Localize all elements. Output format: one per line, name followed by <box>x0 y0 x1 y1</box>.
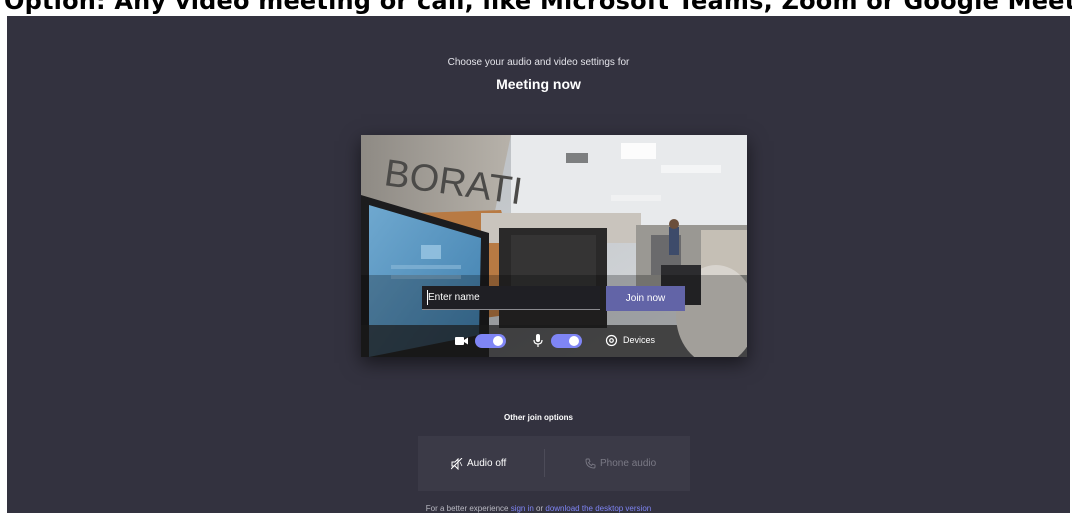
footer-prefix: For a better experience <box>425 504 511 513</box>
phone-audio-option[interactable]: Phone audio <box>554 436 690 491</box>
sign-in-link[interactable]: sign in <box>511 504 534 513</box>
prejoin-screen: Choose your audio and video settings for… <box>7 16 1070 513</box>
devices-button[interactable]: Devices <box>623 335 655 345</box>
phone-icon <box>585 458 596 469</box>
speaker-off-icon <box>451 458 463 470</box>
join-now-button[interactable]: Join now <box>606 286 685 311</box>
video-preview-scene: BORATI <box>361 135 747 357</box>
microphone-toggle-knob <box>569 336 579 346</box>
footer-middle: or <box>533 504 546 513</box>
caption-banner: Option: Any video meeting or call, like … <box>0 0 1072 16</box>
microphone-icon <box>533 334 543 347</box>
gear-icon[interactable] <box>605 334 618 347</box>
other-join-options-heading: Other join options <box>504 413 573 422</box>
av-controls: Devices <box>361 331 747 351</box>
meeting-title: Meeting now <box>496 76 581 92</box>
audio-off-option[interactable]: Audio off <box>418 436 554 491</box>
camera-toggle-knob <box>493 336 503 346</box>
caption-text: Option: Any video meeting or call, like … <box>4 0 1072 15</box>
camera-toggle[interactable] <box>475 334 506 348</box>
microphone-toggle[interactable] <box>551 334 582 348</box>
download-desktop-link[interactable]: download the desktop version <box>545 504 651 513</box>
camera-icon <box>455 337 468 345</box>
name-input[interactable] <box>422 286 600 310</box>
phone-audio-label: Phone audio <box>600 458 657 469</box>
other-join-options: Audio off Phone audio <box>418 436 690 491</box>
footer-note: For a better experience sign in or downl… <box>7 504 1070 513</box>
audio-off-label: Audio off <box>467 458 507 469</box>
video-preview: BORATI Enter name Join now Devices <box>361 135 747 357</box>
text-caret <box>427 290 428 305</box>
options-divider <box>544 449 545 477</box>
prejoin-subtitle: Choose your audio and video settings for <box>447 57 630 68</box>
